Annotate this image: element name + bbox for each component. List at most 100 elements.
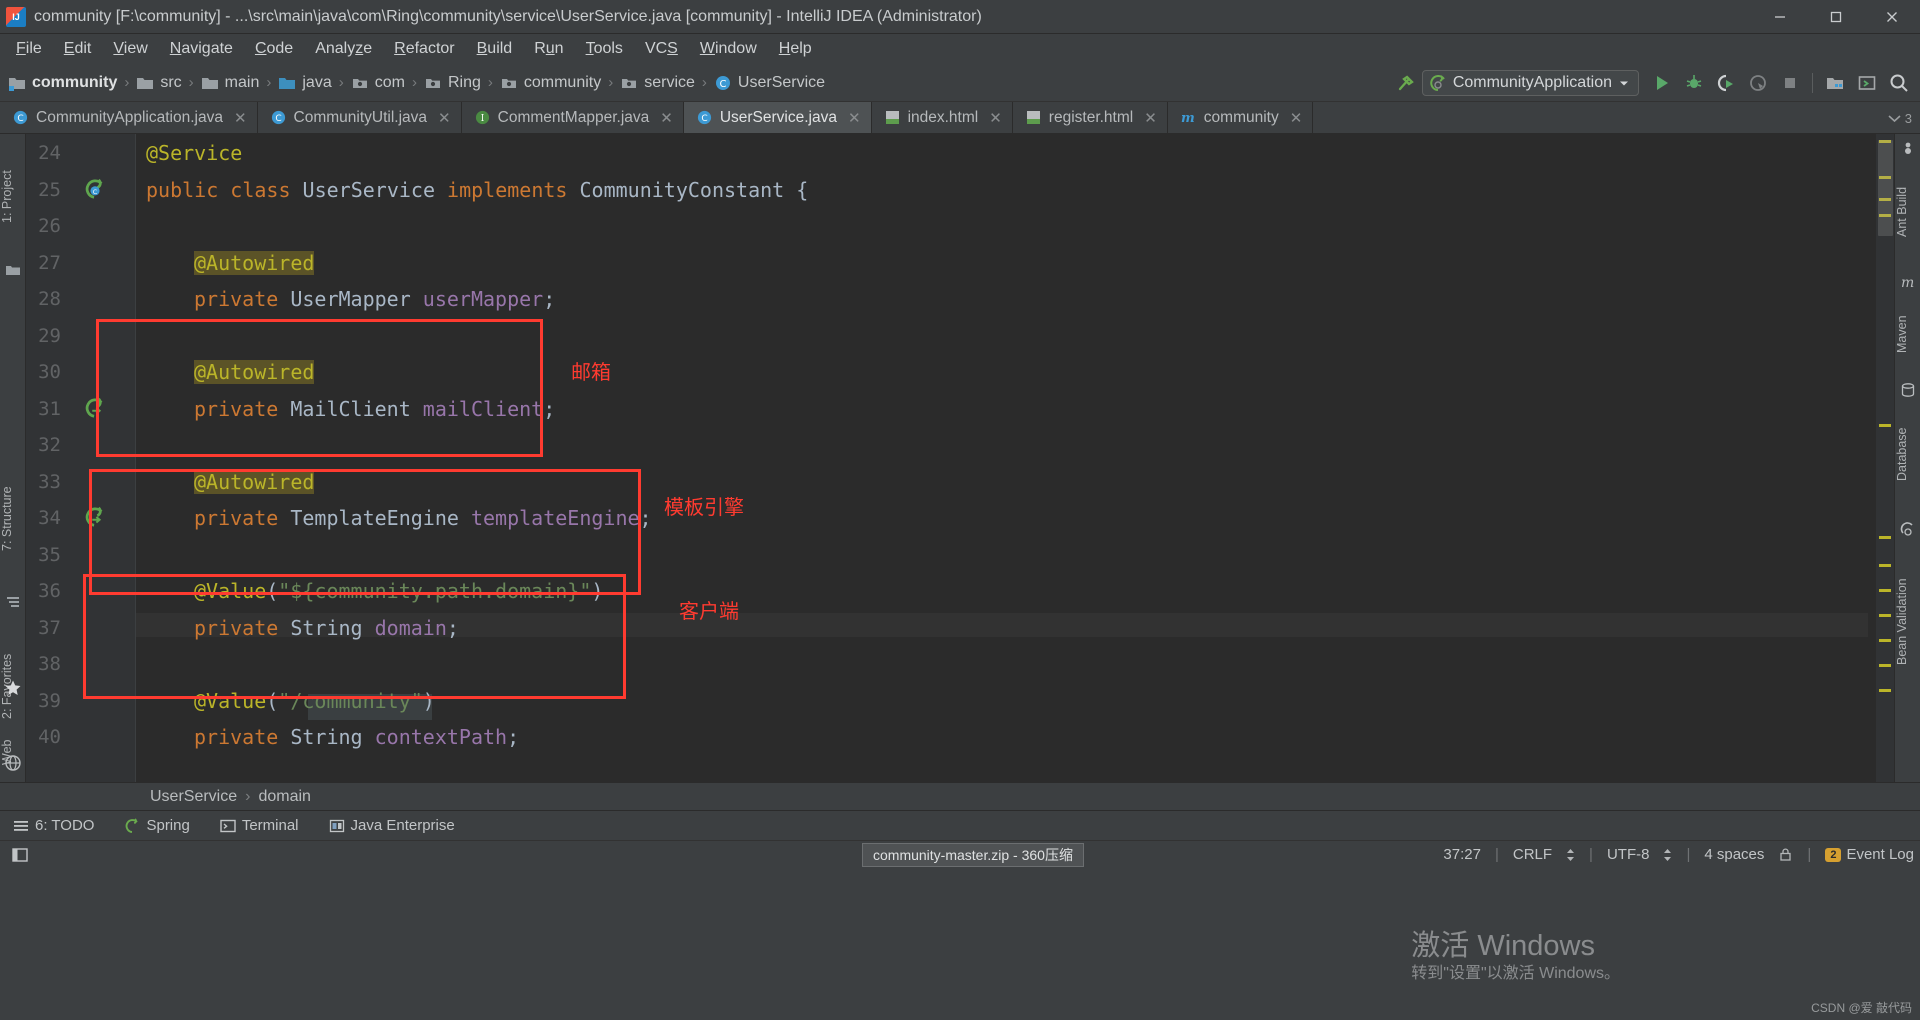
breadcrumb-item-userservice[interactable]: C UserService — [714, 74, 825, 92]
menu-item-window[interactable]: Window — [690, 37, 767, 61]
indent-setting[interactable]: 4 spaces — [1704, 846, 1764, 863]
tool-window-structure[interactable]: 7: Structure — [0, 454, 26, 584]
gutter-line-number: 33 — [38, 470, 61, 493]
svg-text:C: C — [17, 114, 23, 124]
run-configuration-selector[interactable]: CommunityApplication — [1421, 70, 1639, 96]
menu-item-code[interactable]: Code — [245, 37, 303, 61]
editor-error-stripe[interactable] — [1876, 134, 1894, 782]
updown-chevron-icon[interactable] — [1566, 848, 1575, 861]
debug-icon[interactable] — [1679, 68, 1709, 98]
tool-window-project[interactable]: 1: Project — [0, 142, 26, 252]
taskbar-item-zip[interactable]: community-master.zip - 360压缩 — [862, 843, 1084, 867]
caret-position[interactable]: 37:27 — [1443, 846, 1481, 863]
menu-item-vcs[interactable]: VCS — [635, 37, 688, 61]
menu-item-refactor[interactable]: Refactor — [384, 37, 464, 61]
editor-tab-communityutil-java[interactable]: C CommunityUtil.java ✕ — [258, 102, 462, 133]
tab-close-icon[interactable]: ✕ — [1290, 109, 1303, 127]
spring-bean-icon[interactable]: C — [84, 178, 106, 200]
code-token: private — [194, 506, 291, 530]
project-structure-icon[interactable] — [1820, 68, 1850, 98]
breadcrumb-item-com[interactable]: com — [351, 74, 405, 92]
breadcrumb-item-src[interactable]: src — [136, 74, 182, 92]
close-icon[interactable] — [1864, 0, 1920, 34]
code-token: @Autowired — [194, 360, 315, 384]
tab-close-icon[interactable]: ✕ — [438, 109, 451, 127]
menu-item-help[interactable]: Help — [769, 37, 822, 61]
tab-close-icon[interactable]: ✕ — [848, 109, 861, 127]
bottom-item-todo-label: 6: TODO — [35, 817, 95, 834]
breadcrumb-item-java[interactable]: java — [278, 74, 332, 92]
breadcrumb-item-service[interactable]: service — [620, 74, 695, 92]
stop-icon[interactable] — [1775, 68, 1805, 98]
tab-close-icon[interactable]: ✕ — [234, 109, 247, 127]
editor-tab-register-html[interactable]: register.html ✕ — [1013, 102, 1168, 133]
terminal-icon — [220, 819, 236, 832]
event-log-button[interactable]: 2 Event Log — [1825, 846, 1914, 863]
menu-item-navigate[interactable]: Navigate — [160, 37, 243, 61]
lock-icon[interactable] — [1778, 847, 1793, 862]
tab-close-icon[interactable]: ✕ — [989, 109, 1002, 127]
code-token: @Service — [146, 141, 243, 165]
menu-item-view[interactable]: View — [103, 37, 157, 61]
bean-autowired-icon[interactable] — [84, 397, 106, 419]
tool-window-database[interactable]: Database — [1895, 402, 1920, 506]
tab-close-icon[interactable]: ✕ — [1144, 109, 1157, 127]
structure-icon — [7, 597, 19, 607]
toolbar-right: CommunityApplication — [1390, 64, 1914, 102]
breadcrumb-class[interactable]: UserService — [150, 788, 237, 806]
tool-window-maven[interactable]: Maven — [1895, 294, 1920, 374]
breadcrumb-item-community[interactable]: community — [500, 74, 601, 92]
profiler-icon[interactable] — [1743, 68, 1773, 98]
bottom-item-spring[interactable]: Spring — [119, 815, 194, 836]
tab-close-icon[interactable]: ✕ — [660, 109, 673, 127]
editor-gutter[interactable]: 24 25 C 26 27 28 29 30 31 32 33 34 35 36 37 38 39 40 — [26, 134, 136, 782]
bean-autowired-icon[interactable] — [84, 506, 106, 528]
code-line: @Autowired — [194, 360, 315, 384]
svg-text:C: C — [275, 114, 281, 124]
menu-item-edit[interactable]: Edit — [54, 37, 102, 61]
file-encoding[interactable]: UTF-8 — [1607, 846, 1650, 863]
bottom-item-terminal[interactable]: Terminal — [215, 815, 304, 836]
run-with-coverage-icon[interactable] — [1711, 68, 1741, 98]
bottom-item-java-enterprise[interactable]: Java Enterprise — [324, 815, 460, 836]
breadcrumb-member[interactable]: domain — [258, 788, 310, 806]
menu-item-file[interactable]: File — [6, 37, 52, 61]
bottom-item-java-enterprise-label: Java Enterprise — [350, 817, 455, 834]
breadcrumb-chevron-icon: › — [487, 74, 493, 91]
search-everywhere-icon[interactable] — [1884, 68, 1914, 98]
menu-item-analyze[interactable]: Analyze — [305, 37, 382, 61]
tabs-overflow[interactable]: 3 — [1888, 102, 1916, 134]
build-hammer-icon[interactable] — [1390, 68, 1420, 98]
breadcrumb-item-main[interactable]: main — [201, 74, 259, 92]
code-content[interactable]: @Service public class UserService impleme… — [136, 134, 1894, 782]
menu-item-build[interactable]: Build — [467, 37, 523, 61]
code-editor[interactable]: 24 25 C 26 27 28 29 30 31 32 33 34 35 36 37 38 39 40 @Ser… — [26, 134, 1894, 782]
scrollbar-thumb[interactable] — [1878, 140, 1893, 236]
gutter-line-number: 24 — [38, 142, 61, 164]
editor-tab-community[interactable]: m community ✕ — [1168, 102, 1314, 133]
minimize-icon[interactable] — [1752, 0, 1808, 34]
menu-item-tools[interactable]: Tools — [576, 37, 633, 61]
tool-window-bean-validation[interactable]: Bean Validation — [1895, 542, 1920, 702]
code-token: implements — [447, 177, 580, 202]
bottom-item-todo[interactable]: 6: TODO — [8, 815, 99, 836]
editor-tab-userservice-java[interactable]: C UserService.java ✕ — [683, 102, 872, 133]
show-tool-windows-icon[interactable] — [12, 847, 28, 863]
breadcrumb-item-community[interactable]: community — [8, 74, 117, 92]
menu-item-run[interactable]: Run — [524, 37, 573, 61]
html-file-icon — [1026, 111, 1040, 124]
tabs-list-icon[interactable] — [1888, 112, 1901, 125]
updown-chevron-icon-2[interactable] — [1663, 848, 1672, 861]
line-separator[interactable]: CRLF — [1513, 846, 1552, 863]
editor-tab-index-html[interactable]: index.html ✕ — [872, 102, 1013, 133]
terminal-toolbar-icon[interactable] — [1852, 68, 1882, 98]
tool-window-ant-build[interactable]: Ant Build — [1895, 160, 1920, 264]
editor-tab-communityapplication-java[interactable]: C CommunityApplication.java ✕ — [0, 102, 258, 133]
maximize-icon[interactable] — [1808, 0, 1864, 34]
code-line: @Service — [146, 142, 242, 164]
breadcrumb-item-label: community — [523, 73, 602, 91]
code-line: private String contextPath; — [194, 726, 519, 748]
editor-tab-commentmapper-java[interactable]: I CommentMapper.java ✕ — [462, 102, 684, 133]
breadcrumb-item-ring[interactable]: Ring — [424, 74, 481, 92]
run-icon[interactable] — [1647, 68, 1677, 98]
